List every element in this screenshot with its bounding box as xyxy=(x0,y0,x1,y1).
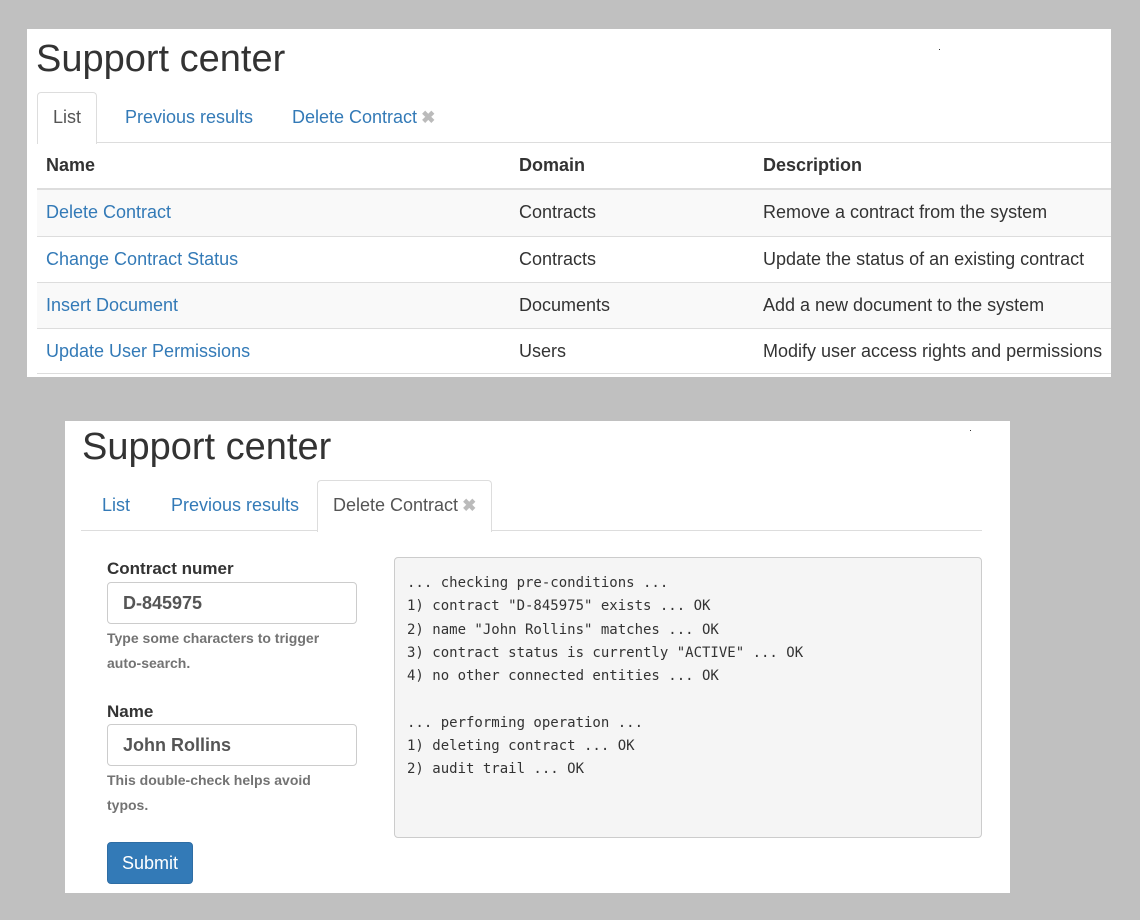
stray-dot xyxy=(970,430,971,431)
operation-link[interactable]: Change Contract Status xyxy=(46,237,238,281)
output-line: ... checking pre-conditions ... xyxy=(407,575,669,591)
tab-list[interactable]: List xyxy=(86,480,146,531)
tab-previous-results[interactable]: Previous results xyxy=(155,480,315,531)
delete-contract-panel: Support center List Previous results Del… xyxy=(65,421,1010,893)
page-title: Support center xyxy=(36,38,286,80)
contract-number-input[interactable] xyxy=(107,582,357,624)
stray-dot xyxy=(939,49,940,50)
tab-label: Previous results xyxy=(125,107,254,127)
operation-link[interactable]: Update User Permissions xyxy=(46,329,250,373)
name-label: Name xyxy=(107,702,154,721)
submit-button[interactable]: Submit xyxy=(107,842,193,884)
tab-label: List xyxy=(102,495,131,515)
table-row: Insert Document Documents Add a new docu… xyxy=(37,282,1111,328)
description-cell: Update the status of an existing contrac… xyxy=(763,249,1085,269)
operation-link[interactable]: Insert Document xyxy=(46,283,178,327)
output-line: 1) deleting contract ... OK xyxy=(407,738,635,755)
output-line: 3) contract status is currently "ACTIVE"… xyxy=(407,644,804,661)
operation-link[interactable]: Delete Contract xyxy=(46,190,171,234)
output-line: 1) contract "D-845975" exists ... OK xyxy=(407,598,711,615)
tab-label: List xyxy=(53,107,82,127)
description-cell: Remove a contract from the system xyxy=(763,202,1048,222)
output-line: 4) no other connected entities ... OK xyxy=(407,668,719,685)
domain-cell: Contracts xyxy=(519,249,597,269)
output-line: ... performing operation ... xyxy=(407,714,644,731)
support-center-list-panel: Support center List Previous results Del… xyxy=(27,29,1111,377)
close-icon[interactable]: ✖ xyxy=(462,496,476,515)
column-header-domain: Domain xyxy=(519,155,586,175)
operations-table: Name Domain Description Delete Contract … xyxy=(37,143,1111,374)
table-row: Update User Permissions Users Modify use… xyxy=(37,328,1111,374)
name-input[interactable] xyxy=(107,724,357,766)
table-row: Delete Contract Contracts Remove a contr… xyxy=(37,190,1111,236)
name-help: This double-check helps avoid typos. xyxy=(107,772,311,813)
operation-output: ... checking pre-conditions ... 1) contr… xyxy=(394,557,982,838)
page-title: Support center xyxy=(82,426,332,468)
tab-bar: List Previous results Delete Contract ✖ xyxy=(37,92,1111,144)
close-icon[interactable]: ✖ xyxy=(421,108,435,127)
tab-label: Delete Contract xyxy=(333,495,459,515)
domain-cell: Contracts xyxy=(519,202,597,222)
description-cell: Modify user access rights and permission… xyxy=(763,341,1103,361)
table-row: Change Contract Status Contracts Update … xyxy=(37,236,1111,282)
description-cell: Add a new document to the system xyxy=(763,295,1045,315)
table-header: Name Domain Description xyxy=(37,143,1111,190)
tab-list[interactable]: List xyxy=(37,92,98,144)
tab-delete-contract[interactable]: Delete Contract ✖ xyxy=(317,480,493,532)
column-header-description: Description xyxy=(763,155,863,175)
tab-bar: List Previous results Delete Contract ✖ xyxy=(81,480,982,532)
contract-number-help: Type some characters to trigger auto-sea… xyxy=(107,630,320,671)
output-line: 2) name "John Rollins" matches ... OK xyxy=(407,621,719,638)
tab-label: Delete Contract xyxy=(292,107,418,127)
tab-previous-results[interactable]: Previous results xyxy=(109,92,269,143)
domain-cell: Users xyxy=(519,341,567,361)
contract-number-label: Contract numer xyxy=(107,559,234,578)
tab-label: Previous results xyxy=(171,495,300,515)
tab-delete-contract[interactable]: Delete Contract ✖ xyxy=(276,92,451,143)
domain-cell: Documents xyxy=(519,295,611,315)
column-header-name: Name xyxy=(46,155,96,175)
output-line: 2) audit trail ... OK xyxy=(407,761,585,778)
